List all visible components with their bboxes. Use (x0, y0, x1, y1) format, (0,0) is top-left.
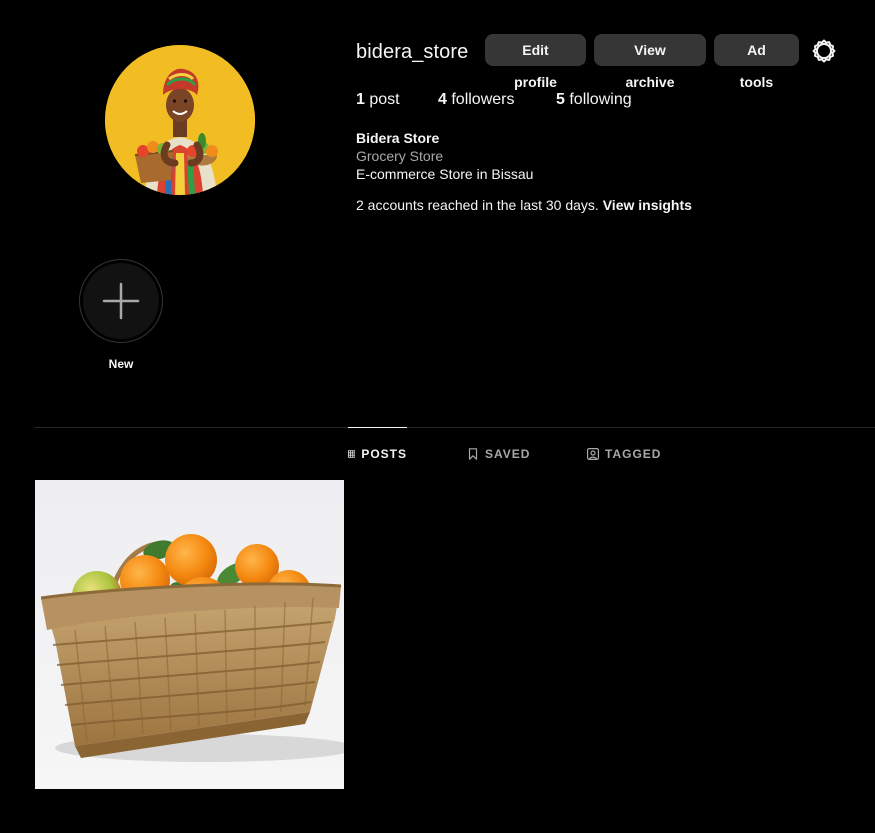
tab-posts[interactable]: POSTS (348, 427, 407, 480)
bookmark-icon (468, 448, 478, 460)
following-label: following (564, 91, 632, 108)
ad-tools-button[interactable]: Ad tools (714, 34, 799, 90)
followers-link[interactable]: 4 followers (438, 89, 514, 111)
edit-profile-button[interactable]: Edit profile (485, 34, 586, 90)
post-thumbnail[interactable] (35, 480, 344, 789)
view-insights-link[interactable]: View insights (603, 197, 692, 213)
insights-summary: 2 accounts reached in the last 30 days. … (356, 196, 692, 214)
followers-label: followers (446, 91, 515, 108)
new-highlight-label: New (108, 357, 134, 371)
tab-saved[interactable]: SAVED (467, 428, 530, 480)
posts-count: 1 (356, 91, 365, 108)
grid-icon (348, 450, 356, 458)
followers-count: 4 (438, 91, 447, 108)
username: bidera_store (356, 41, 469, 63)
tab-posts-label: POSTS (361, 447, 407, 461)
tabs-divider (34, 427, 875, 428)
following-link[interactable]: 5 following (556, 89, 632, 111)
post-image (35, 480, 344, 789)
bio-category: Grocery Store (356, 148, 444, 164)
insights-text: 2 accounts reached in the last 30 days. (356, 197, 603, 213)
profile-avatar[interactable] (105, 45, 255, 195)
posts-label: post (364, 91, 400, 108)
view-archive-button[interactable]: View archive (594, 34, 706, 90)
avatar-image (105, 45, 255, 195)
tagged-user-icon (587, 448, 599, 460)
settings-gear-icon[interactable] (811, 38, 837, 64)
plus-icon (102, 282, 140, 320)
tab-tagged[interactable]: TAGGED (587, 428, 661, 480)
posts-count-stat: 1 post (356, 89, 400, 111)
following-count: 5 (556, 91, 565, 108)
bio-name: Bidera Store (356, 130, 440, 146)
bio-text: E-commerce Store in Bissau (356, 166, 534, 182)
new-highlight-button[interactable] (79, 259, 163, 343)
tab-saved-label: SAVED (485, 447, 531, 461)
profile-page: bidera_store Edit profile View archive A… (0, 0, 875, 833)
tab-tagged-label: TAGGED (605, 447, 662, 461)
